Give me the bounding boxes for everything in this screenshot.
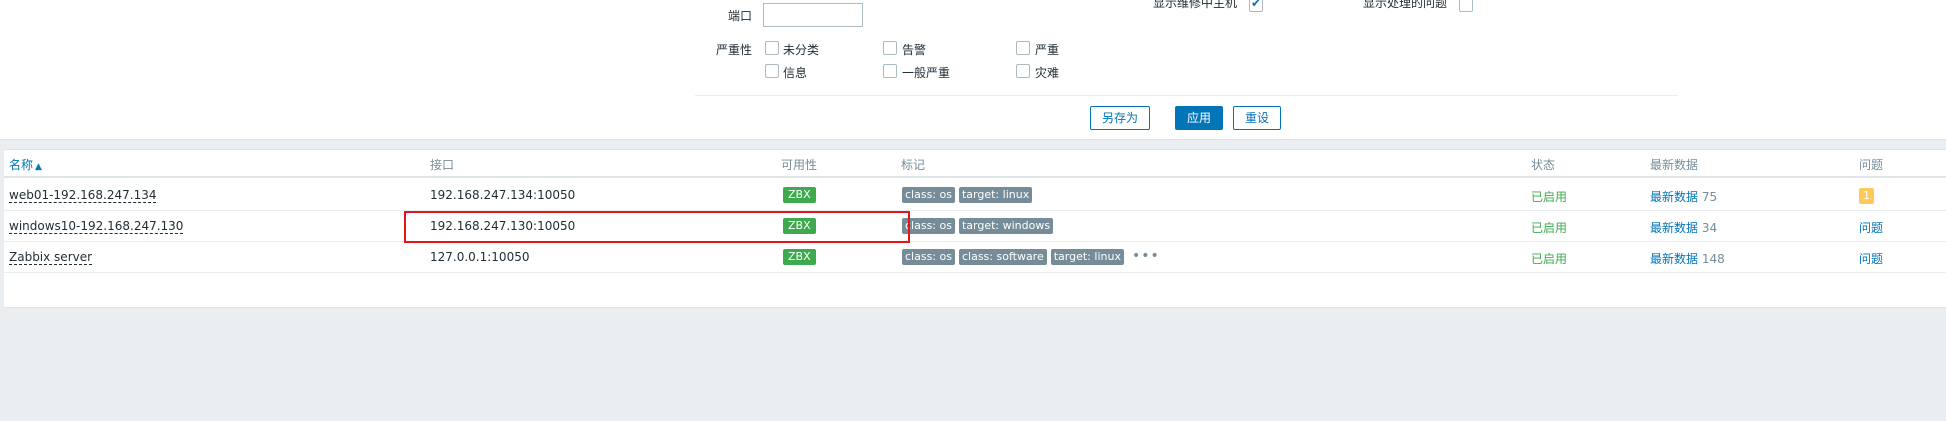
- show-maintenance-checkbox[interactable]: [1249, 0, 1263, 12]
- column-tags-header: 标记: [901, 158, 926, 172]
- severity-information-checkbox[interactable]: [765, 64, 779, 78]
- host-interface: 192.168.247.130:10050: [430, 219, 576, 233]
- table-row: windows10-192.168.247.130 192.168.247.13…: [4, 211, 1946, 242]
- host-tags: class: os target: linux: [902, 187, 1036, 203]
- filter-separator: [695, 95, 1678, 96]
- host-interface: 127.0.0.1:10050: [430, 250, 530, 264]
- host-status[interactable]: 已启用: [1531, 250, 1567, 267]
- tag[interactable]: target: linux: [958, 187, 1033, 203]
- host-name-link[interactable]: windows10-192.168.247.130: [9, 219, 184, 234]
- severity-warning-checkbox[interactable]: [883, 41, 897, 55]
- severity-high-checkbox[interactable]: [1016, 41, 1030, 55]
- column-interface-header: 接口: [430, 158, 455, 172]
- problem-count-badge[interactable]: 1: [1859, 188, 1874, 204]
- tag[interactable]: target: windows: [958, 218, 1054, 234]
- severity-not-classified-label: 未分类: [783, 43, 820, 57]
- problems-link[interactable]: 问题: [1859, 250, 1883, 267]
- table-row: web01-192.168.247.134 192.168.247.134:10…: [4, 180, 1946, 211]
- tag[interactable]: class: os: [902, 218, 955, 234]
- show-suppressed-label: 显示处理的问题: [1363, 0, 1448, 10]
- zbx-availability-badge[interactable]: ZBX: [783, 249, 816, 265]
- latest-data-link[interactable]: 最新数据: [1650, 252, 1698, 266]
- latest-data-count: 148: [1701, 252, 1725, 266]
- column-status-header: 状态: [1531, 158, 1556, 172]
- column-availability-header: 可用性: [781, 158, 818, 172]
- column-latest-data-header: 最新数据: [1650, 158, 1699, 172]
- tag[interactable]: target: linux: [1050, 249, 1124, 265]
- severity-average-checkbox[interactable]: [883, 64, 897, 78]
- apply-button[interactable]: 应用: [1175, 106, 1223, 130]
- host-status[interactable]: 已启用: [1531, 188, 1567, 205]
- host-tags: class: os target: windows: [902, 218, 1057, 234]
- tag[interactable]: class: os: [902, 249, 955, 265]
- sort-ascending-icon: ▲: [35, 162, 42, 172]
- severity-disaster-checkbox[interactable]: [1016, 64, 1030, 78]
- table-row: Zabbix server 127.0.0.1:10050 ZBX class:…: [4, 242, 1946, 273]
- show-suppressed-checkbox[interactable]: [1459, 0, 1473, 12]
- problems-link[interactable]: 问题: [1859, 219, 1883, 236]
- filter-panel: 显示维修中主机 显示处理的问题 端口 严重性 未分类 告警 严重 信息 一般严重…: [0, 0, 1946, 140]
- more-tags-icon[interactable]: •••: [1132, 249, 1160, 263]
- zbx-availability-badge[interactable]: ZBX: [783, 187, 816, 203]
- host-interface: 192.168.247.134:10050: [430, 188, 576, 202]
- tag[interactable]: class: software: [958, 249, 1047, 265]
- table-header: 名称 ▲ 接口 可用性 标记 状态 最新数据 问题: [4, 150, 1946, 178]
- save-as-button[interactable]: 另存为: [1090, 106, 1150, 130]
- severity-average-label: 一般严重: [902, 66, 951, 80]
- host-name-link[interactable]: Zabbix server: [9, 250, 93, 265]
- latest-data-link[interactable]: 最新数据: [1650, 221, 1698, 235]
- zbx-availability-badge[interactable]: ZBX: [783, 218, 816, 234]
- host-status[interactable]: 已启用: [1531, 219, 1567, 236]
- severity-information-label: 信息: [783, 66, 808, 80]
- severity-label: 严重性: [716, 43, 753, 57]
- latest-data-count: 34: [1701, 221, 1718, 235]
- tag[interactable]: class: os: [902, 187, 955, 203]
- severity-warning-label: 告警: [902, 43, 927, 57]
- severity-high-label: 严重: [1035, 43, 1060, 57]
- latest-data-link[interactable]: 最新数据: [1650, 190, 1698, 204]
- host-name-link[interactable]: web01-192.168.247.134: [9, 188, 157, 203]
- show-maintenance-label: 显示维修中主机: [1153, 0, 1238, 10]
- column-problems-header: 问题: [1859, 158, 1884, 172]
- port-label: 端口: [728, 9, 753, 23]
- latest-data-count: 75: [1701, 190, 1718, 204]
- host-tags: class: os class: software target: linux •••: [902, 249, 1160, 265]
- severity-not-classified-checkbox[interactable]: [765, 41, 779, 55]
- reset-button[interactable]: 重设: [1233, 106, 1281, 130]
- host-list-table: 名称 ▲ 接口 可用性 标记 状态 最新数据 问题 web01-192.168.2…: [4, 149, 1946, 308]
- port-input[interactable]: [763, 3, 863, 27]
- severity-disaster-label: 灾难: [1035, 66, 1060, 80]
- column-name-header[interactable]: 名称 ▲: [9, 156, 42, 173]
